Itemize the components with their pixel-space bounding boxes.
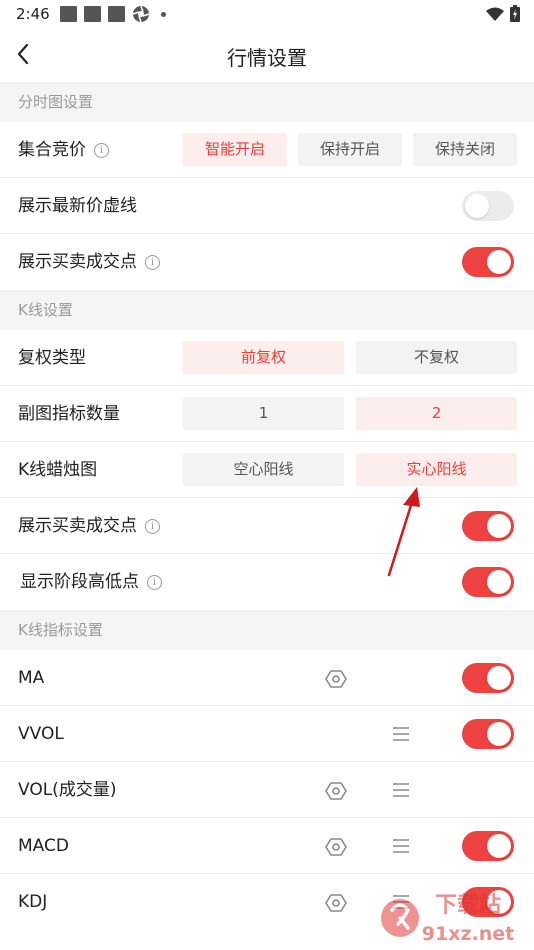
status-bar: 2:46 — [0, 0, 534, 28]
battery-icon — [510, 5, 520, 22]
auction-option-keep-off[interactable]: 保持关闭 — [413, 133, 517, 166]
adjust-type-label: 复权类型 — [18, 348, 86, 368]
toggle-knob — [487, 250, 511, 274]
section-header-timeshare: 分时图设置 — [0, 82, 534, 122]
stage-high-low-label: 显示阶段高低点 i — [20, 554, 162, 610]
indicator-row-ma: MA — [0, 650, 534, 706]
sub-chart-option-1[interactable]: 1 — [183, 397, 344, 430]
latest-price-line-label: 展示最新价虚线 — [18, 196, 137, 216]
indicator-name: MA — [18, 668, 45, 688]
adjust-type-row: 复权类型 前复权 不复权 — [0, 330, 534, 386]
toggle-knob — [487, 514, 511, 538]
notification-icon — [84, 6, 101, 22]
settings-hexagon-icon[interactable] — [325, 668, 347, 690]
watermark-logo: 下载站 91xz.net — [381, 892, 514, 945]
auction-label: 集合竞价 i — [18, 122, 109, 178]
info-icon[interactable]: i — [145, 255, 160, 270]
settings-hexagon-icon[interactable] — [325, 836, 347, 858]
auction-option-smart-on[interactable]: 智能开启 — [183, 133, 287, 166]
watermark-url: 91xz.net — [422, 923, 514, 945]
candle-option-hollow[interactable]: 空心阳线 — [183, 453, 344, 486]
indicator-name: KDJ — [18, 892, 48, 912]
candle-option-solid[interactable]: 实心阳线 — [356, 453, 517, 486]
stage-high-low-toggle[interactable] — [462, 567, 514, 597]
notification-icon — [108, 6, 125, 22]
indicator-row-vol: VOL(成交量) — [0, 762, 534, 818]
toggle-knob — [487, 834, 511, 858]
sub-chart-count-row: 副图指标数量 1 2 — [0, 386, 534, 442]
indicator-name: VOL(成交量) — [18, 780, 117, 800]
indicator-toggle-ma[interactable] — [462, 663, 514, 693]
system-icons — [486, 5, 520, 22]
indicator-toggle-macd[interactable] — [462, 831, 514, 861]
drag-handle-icon[interactable] — [392, 838, 410, 854]
page-title: 行情设置 — [227, 46, 307, 70]
more-notifications-dot — [161, 12, 166, 17]
sub-chart-count-label: 副图指标数量 — [18, 404, 120, 424]
kline-trade-points-toggle[interactable] — [462, 511, 514, 541]
indicator-toggle-vvol[interactable] — [462, 719, 514, 749]
sub-chart-option-2[interactable]: 2 — [356, 397, 517, 430]
info-icon[interactable]: i — [94, 143, 109, 158]
latest-price-line-row: 展示最新价虚线 — [0, 178, 534, 234]
timeshare-trade-points-toggle[interactable] — [462, 247, 514, 277]
indicator-row-vvol: VVOL — [0, 706, 534, 762]
indicator-name: MACD — [18, 836, 69, 856]
kline-trade-points-label: 展示买卖成交点 i — [18, 498, 160, 554]
candle-style-label: K线蜡烛图 — [18, 460, 98, 480]
settings-hexagon-icon[interactable] — [325, 892, 347, 914]
section-header-kline: K线设置 — [0, 290, 534, 330]
info-icon[interactable]: i — [147, 575, 162, 590]
aperture-icon — [132, 5, 150, 23]
nav-bar: 行情设置 — [0, 28, 534, 82]
status-time: 2:46 — [16, 5, 50, 23]
drag-handle-icon[interactable] — [392, 726, 410, 742]
indicator-name: VVOL — [18, 724, 64, 744]
info-icon[interactable]: i — [145, 519, 160, 534]
notification-icon — [60, 6, 77, 22]
latest-price-line-toggle[interactable] — [462, 191, 514, 221]
auction-option-keep-on[interactable]: 保持开启 — [298, 133, 402, 166]
auction-row: 集合竞价 i 智能开启 保持开启 保持关闭 — [0, 122, 534, 178]
settings-hexagon-icon[interactable] — [325, 780, 347, 802]
candle-style-row: K线蜡烛图 空心阳线 实心阳线 — [0, 442, 534, 498]
adjust-option-forward[interactable]: 前复权 — [183, 341, 344, 374]
adjust-option-none[interactable]: 不复权 — [356, 341, 517, 374]
drag-handle-icon[interactable] — [392, 782, 410, 798]
timeshare-trade-points-label: 展示买卖成交点 i — [18, 234, 160, 290]
toggle-knob — [487, 666, 511, 690]
stage-high-low-row: 显示阶段高低点 i — [0, 554, 534, 610]
toggle-knob — [487, 570, 511, 594]
watermark-text: 下载站 — [435, 892, 501, 918]
kline-trade-points-row: 展示买卖成交点 i — [0, 498, 534, 554]
wifi-icon — [486, 7, 504, 21]
timeshare-trade-points-row: 展示买卖成交点 i — [0, 234, 534, 290]
toggle-knob — [487, 722, 511, 746]
toggle-knob — [465, 194, 489, 218]
section-header-indicators: K线指标设置 — [0, 610, 534, 650]
indicator-row-macd: MACD — [0, 818, 534, 874]
